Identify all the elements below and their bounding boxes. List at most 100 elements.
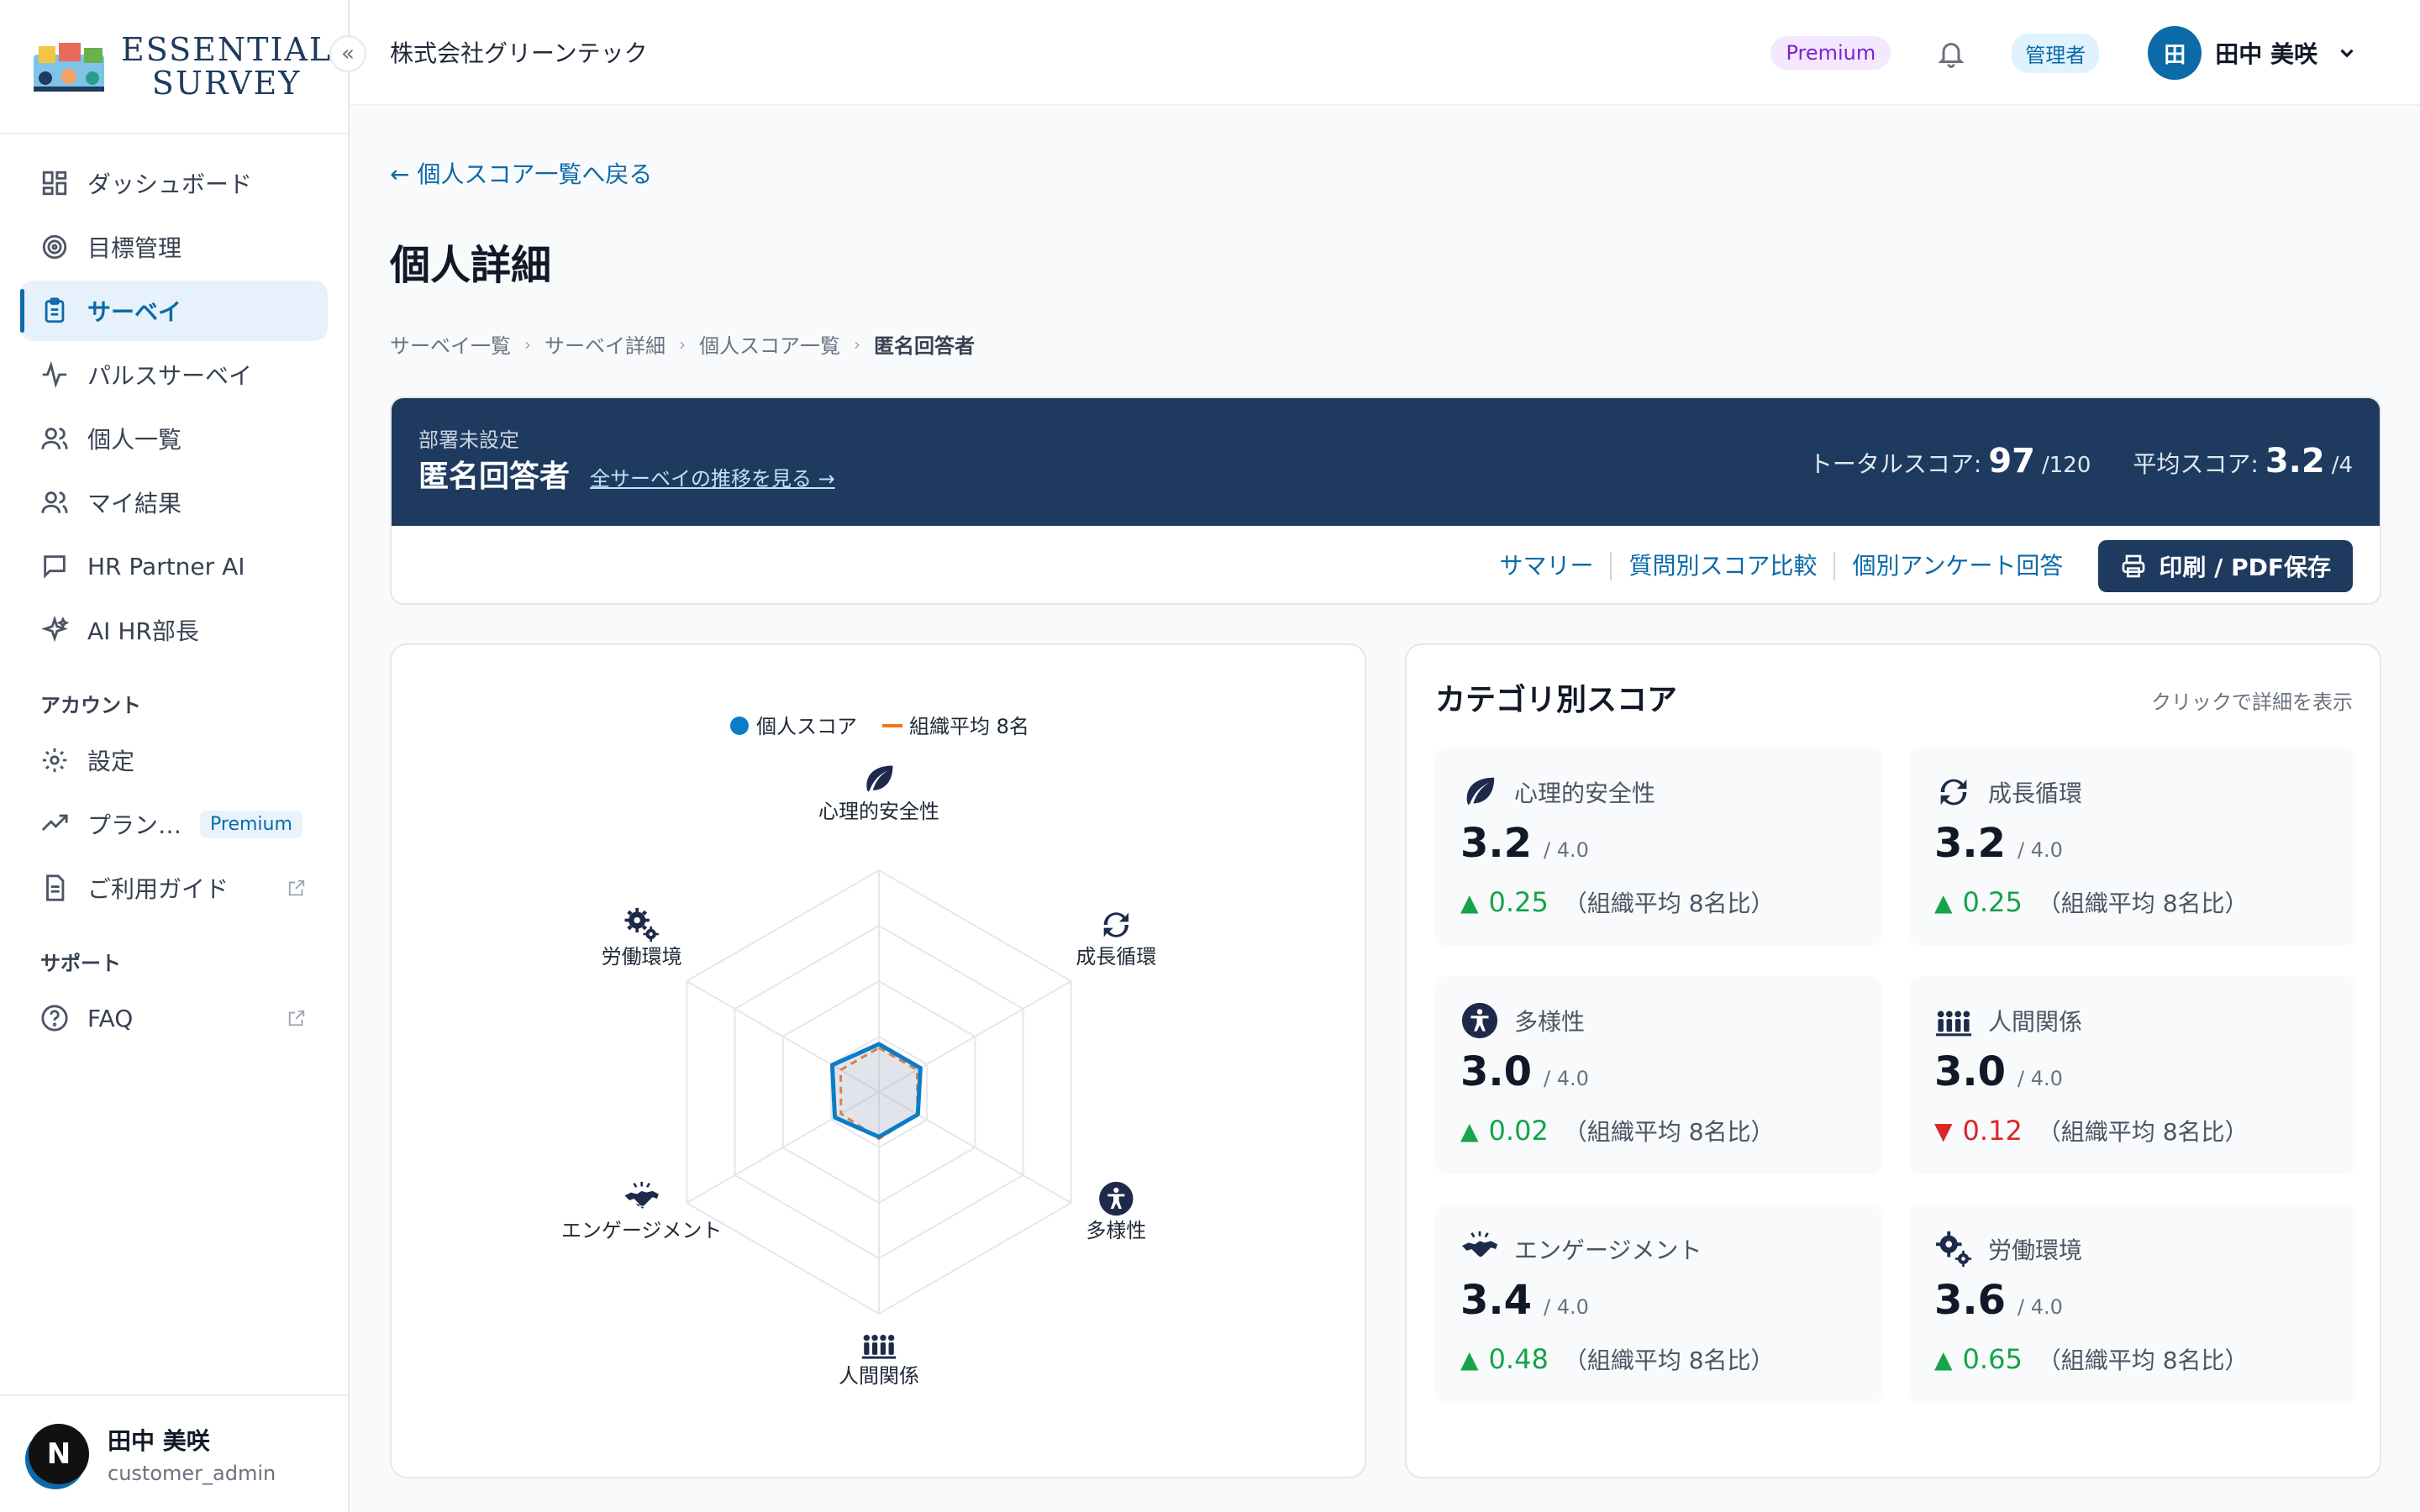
sidebar-item-label: ダッシュボード [87,171,253,198]
sidebar-item-ai-hr-manager[interactable]: AI HR部長 [20,600,328,660]
sidebar-nav: ダッシュボード 目標管理 サーベイ パルスサーベイ 個人一覧 マイ結果 HR P… [0,134,348,1048]
handshake-icon [623,1180,660,1210]
category-diff: ▲ 0.25 （組織平均 8名比） [1460,885,1775,919]
breadcrumb-item[interactable]: サーベイ一覧 [390,329,511,359]
category-diff: ▲ 0.48 （組織平均 8名比） [1460,1342,1775,1376]
category-score-value: 3.2 [1934,820,2007,867]
triangle-up-icon: ▲ [1934,1345,1953,1373]
sidebar-item-label: パルスサーベイ [87,362,253,390]
header-user-name[interactable]: 田中 美咲 [2215,36,2317,70]
category-diff-note: （組織平均 8名比） [1563,890,1775,917]
sidebar-user[interactable]: N 田中 美咲 customer_admin [0,1394,350,1512]
summary-header: 部署未設定 匿名回答者 全サーベイの推移を見る → トータルスコア: 97 /1… [392,398,2380,526]
category-score: 3.2 / 4.0 [1460,820,1589,867]
category-score-max: / 4.0 [1544,1067,1589,1090]
sidebar-item-label: 目標管理 [87,234,182,262]
tab-individual-answers[interactable]: 個別アンケート回答 [1835,552,2080,580]
average-score-label: 平均スコア: [2133,450,2259,478]
leaf-icon [866,765,893,792]
total-score-label: トータルスコア: [1808,450,1982,478]
team-icon [1935,1011,1972,1037]
sidebar-item-hr-partner-ai[interactable]: HR Partner AI [20,536,328,596]
sidebar-user-info: 田中 美咲 customer_admin [108,1423,276,1485]
sidebar-item-my-results[interactable]: マイ結果 [20,472,328,533]
category-diff: ▲ 0.65 （組織平均 8名比） [1934,1342,2249,1376]
back-link[interactable]: ← 個人スコア一覧へ戻る [390,156,652,190]
users-icon [41,491,68,513]
breadcrumb: サーベイ一覧 › サーベイ詳細 › 個人スコア一覧 › 匿名回答者 [390,329,975,359]
sidebar-item-survey[interactable]: サーベイ [20,281,328,341]
sidebar-item-label: マイ結果 [87,490,182,517]
category-score-max: / 4.0 [2018,838,2063,862]
sidebar-item-label: HR Partner AI [87,552,245,580]
category-diff-note: （組織平均 8名比） [1563,1347,1775,1374]
category-card[interactable]: 人間関係 3.0 / 4.0 ▼ 0.12 （組織平均 8名比） [1909,976,2356,1174]
logo-line1: ESSENTIAL [121,31,333,68]
summary-tabs: サマリー 質問別スコア比較 個別アンケート回答 印刷 / PDF保存 [392,526,2380,603]
sidebar-item-label: ご利用ガイド [87,875,229,903]
sidebar-collapse-button[interactable]: « [329,35,366,72]
category-score-max: / 4.0 [1544,838,1589,862]
sparkle-icon [41,616,69,643]
print-pdf-button[interactable]: 印刷 / PDF保存 [2098,540,2353,592]
category-card[interactable]: エンゲージメント 3.4 / 4.0 ▲ 0.48 （組織平均 8名比） [1435,1205,1882,1403]
breadcrumb-separator: › [524,333,531,354]
category-name: 成長循環 [1988,780,2083,807]
sidebar-item-dashboard[interactable]: ダッシュボード [20,153,328,213]
breadcrumb-item[interactable]: サーベイ詳細 [544,329,666,359]
section-account-label: アカウント [40,694,141,717]
legend-org-label: 組織平均 8名 [909,715,1029,738]
sidebar: ESSENTIAL SURVEY « ダッシュボード 目標管理 サーベイ パルス… [0,0,366,1512]
sidebar-item-individuals[interactable]: 個人一覧 [20,408,328,469]
pulse-icon [42,360,67,389]
trend-link[interactable]: 全サーベイの推移を見る → [590,462,835,491]
category-diff-value: 0.25 [1962,886,2023,918]
header-right: Premium 管理者 田 田中 美咲 [1770,0,2358,106]
radar-axis-label-group: エンゲージメント [561,1180,722,1242]
users-icon [41,428,68,449]
category-name: 労働環境 [1988,1236,2083,1264]
sidebar-item-goals[interactable]: 目標管理 [20,217,328,277]
chevron-down-icon[interactable] [2336,42,2358,64]
logo-line2: SURVEY [151,65,302,102]
sidebar-item-label: FAQ [87,1004,134,1032]
category-card[interactable]: 成長循環 3.2 / 4.0 ▲ 0.25 （組織平均 8名比） [1909,748,2356,946]
premium-badge: Premium [200,810,302,838]
cycle-icon [1103,912,1128,937]
radar-axis-label-group: 成長循環 [1076,912,1156,969]
category-card[interactable]: 労働環境 3.6 / 4.0 ▲ 0.65 （組織平均 8名比） [1909,1205,2356,1403]
sidebar-item-settings[interactable]: 設定 [20,730,328,790]
category-card[interactable]: 多様性 3.0 / 4.0 ▲ 0.02 （組織平均 8名比） [1435,976,1882,1174]
accessibility-icon [1461,1002,1498,1039]
sidebar-item-label: サーベイ [87,298,182,326]
sidebar-item-pulse-survey[interactable]: パルスサーベイ [20,344,328,405]
tab-question-comparison[interactable]: 質問別スコア比較 [1612,552,1836,580]
category-diff-note: （組織平均 8名比） [2037,890,2249,917]
bell-icon[interactable] [1936,38,1966,68]
radar-axis-label-group: 労働環境 [602,907,682,969]
triangle-up-icon: ▲ [1460,1116,1479,1145]
category-name: エンゲージメント [1514,1236,1702,1264]
sidebar-item-plan[interactable]: プラン… Premium [20,794,328,854]
sidebar-item-faq[interactable]: FAQ [20,988,328,1048]
breadcrumb-item[interactable]: 個人スコア一覧 [699,329,840,359]
category-diff: ▲ 0.02 （組織平均 8名比） [1460,1114,1775,1147]
tab-summary[interactable]: サマリー [1482,552,1612,580]
team-icon [861,1335,897,1359]
top-header: 株式会社グリーンテック Premium 管理者 田 田中 美咲 [350,0,2420,106]
external-link-icon [288,879,305,896]
category-card[interactable]: 心理的安全性 3.2 / 4.0 ▲ 0.25 （組織平均 8名比） [1435,748,1882,946]
chat-icon [44,555,66,579]
category-header: 人間関係 [1934,1001,2082,1040]
category-score: 3.2 / 4.0 [1934,820,2063,867]
breadcrumb-separator: › [854,333,860,354]
breadcrumb-separator: › [679,333,686,354]
premium-badge: Premium [1770,36,1891,70]
summary-card: 部署未設定 匿名回答者 全サーベイの推移を見る → トータルスコア: 97 /1… [390,396,2381,605]
gears-icon [1935,1231,1972,1268]
category-score-max: / 4.0 [2018,1067,2063,1090]
dashboard-icon [42,171,67,196]
avatar[interactable]: 田 [2148,26,2202,80]
logo[interactable]: ESSENTIAL SURVEY « [0,0,366,134]
sidebar-item-guide[interactable]: ご利用ガイド [20,858,328,918]
